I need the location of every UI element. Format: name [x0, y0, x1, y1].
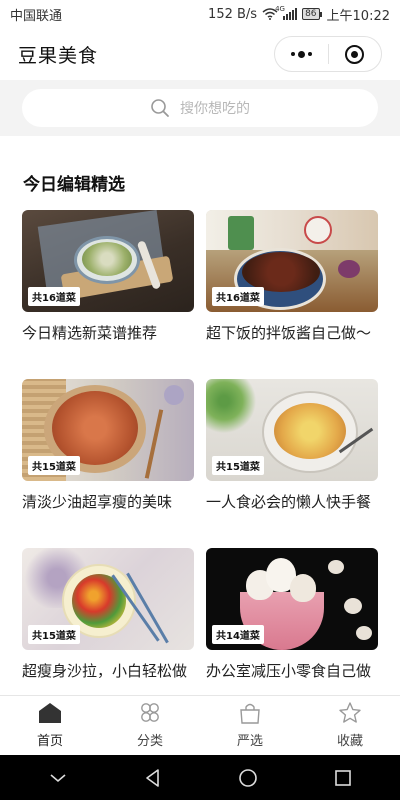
home-circle-icon[interactable]: [238, 768, 258, 788]
chevron-down-icon[interactable]: [48, 772, 68, 784]
bottom-tab-bar: 首页 分类 严选 收藏: [0, 695, 400, 755]
tab-category[interactable]: 分类: [100, 696, 200, 755]
tab-selected[interactable]: 严选: [200, 696, 300, 755]
category-icon: [141, 703, 159, 722]
search-icon: [151, 99, 169, 117]
tab-label: 首页: [36, 734, 63, 749]
tab-home[interactable]: 首页: [0, 696, 100, 755]
search-input[interactable]: 搜你想吃的: [22, 89, 378, 127]
mini-program-capsule: [274, 36, 382, 72]
dish-count-badge: 共15道菜: [28, 625, 80, 644]
tab-label: 严选: [236, 734, 263, 749]
app-header: 豆果美食: [0, 28, 400, 80]
tab-label: 分类: [136, 734, 163, 749]
dish-count-badge: 共15道菜: [28, 456, 80, 475]
star-icon: [339, 702, 361, 723]
recipe-card[interactable]: 共15道菜 一人食必会的懒人快手餐: [206, 379, 378, 512]
status-indicators: 152 B/s 4G 86 上午10:22: [208, 5, 390, 24]
dish-count-badge: 共15道菜: [212, 456, 264, 475]
clock: 上午10:22: [326, 8, 390, 24]
dish-count-badge: 共16道菜: [212, 287, 264, 306]
recipe-image: 共15道菜: [22, 548, 194, 650]
recipe-card-title: 今日精选新菜谱推荐: [22, 324, 158, 342]
tab-label: 收藏: [336, 734, 363, 749]
close-button[interactable]: [329, 37, 382, 71]
recipe-image: 共16道菜: [206, 210, 378, 312]
back-triangle-icon[interactable]: [143, 768, 163, 788]
recipe-image: 共14道菜: [206, 548, 378, 650]
search-band: 搜你想吃的: [0, 80, 400, 136]
more-button[interactable]: [275, 37, 328, 71]
network-type: 4G: [275, 5, 285, 13]
dish-count-badge: 共16道菜: [28, 287, 80, 306]
battery-icon: 86: [302, 8, 322, 20]
battery-level: 86: [302, 8, 320, 20]
signal-icon: 4G: [275, 5, 298, 20]
more-dots-icon: [290, 50, 312, 58]
recipe-image: 共15道菜: [206, 379, 378, 481]
recipe-card[interactable]: 共16道菜 今日精选新菜谱推荐: [22, 210, 194, 343]
recipe-card-title: 一人食必会的懒人快手餐: [206, 493, 372, 511]
home-icon: [39, 703, 61, 723]
recipe-card[interactable]: 共15道菜 清淡少油超享瘦的美味: [22, 379, 194, 512]
target-close-icon: [345, 44, 365, 64]
recipe-card-title: 清淡少油超享瘦的美味: [22, 493, 173, 511]
network-speed: 152 B/s: [208, 6, 258, 22]
section-title: 今日编辑精选: [23, 175, 125, 195]
recipe-card-title: 办公室减压小零食自己做: [206, 662, 372, 680]
dish-count-badge: 共14道菜: [212, 625, 264, 644]
tab-favorites[interactable]: 收藏: [300, 696, 400, 755]
recipe-card[interactable]: 共16道菜 超下饭的拌饭酱自己做～: [206, 210, 378, 343]
system-nav-bar: [0, 755, 400, 800]
recipe-card-title: 超瘦身沙拉，小白轻松做: [22, 662, 188, 680]
recipe-card[interactable]: 共14道菜 办公室减压小零食自己做: [206, 548, 378, 681]
recents-square-icon[interactable]: [333, 768, 353, 788]
status-bar: 中国联通 152 B/s 4G 86 上午10:22: [0, 0, 400, 28]
app-title: 豆果美食: [18, 44, 99, 67]
search-placeholder: 搜你想吃的: [180, 101, 250, 117]
carrier-name: 中国联通: [10, 8, 63, 24]
recipe-card-title: 超下饭的拌饭酱自己做～: [206, 324, 372, 342]
recipe-image: 共16道菜: [22, 210, 194, 312]
recipe-card[interactable]: 共15道菜 超瘦身沙拉，小白轻松做: [22, 548, 194, 681]
shopping-bag-icon: [240, 703, 260, 724]
recipe-image: 共15道菜: [22, 379, 194, 481]
